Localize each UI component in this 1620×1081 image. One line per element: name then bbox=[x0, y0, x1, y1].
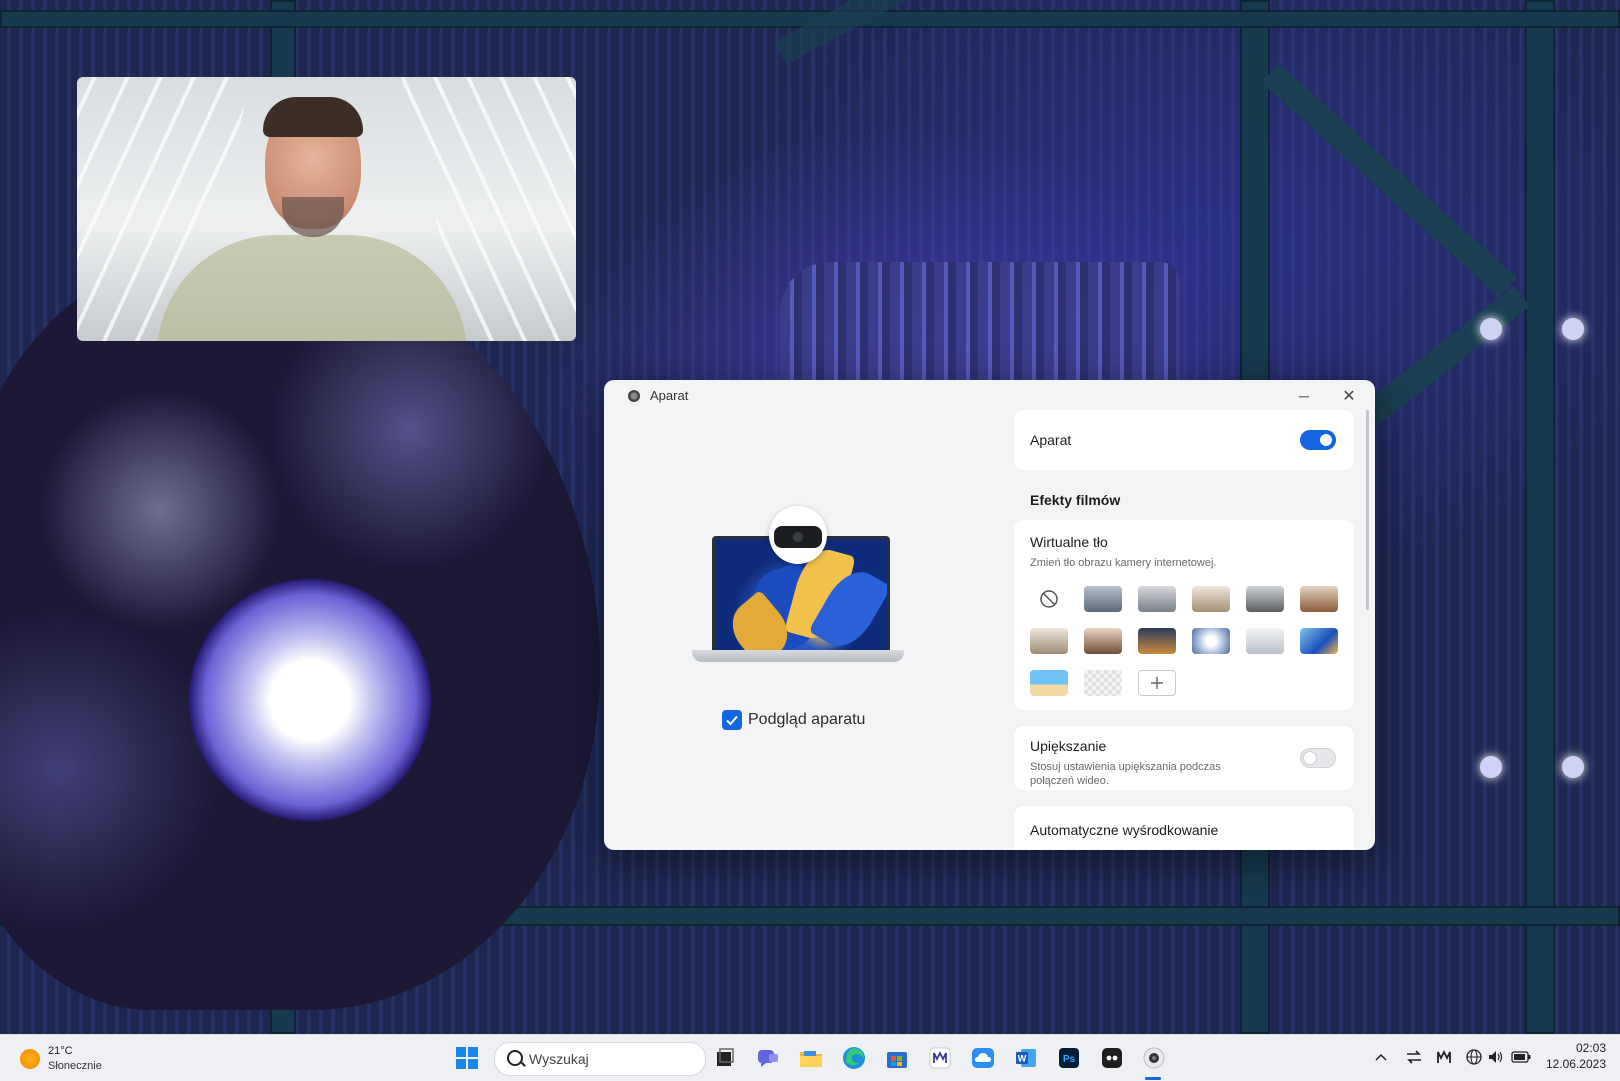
search-placeholder: Wyszukaj bbox=[529, 1051, 589, 1067]
beautify-subtitle-line1: Stosuj ustawienia upiększania podczas bbox=[1030, 761, 1221, 773]
word-icon[interactable]: W bbox=[1011, 1043, 1041, 1073]
steel-beam bbox=[1525, 0, 1555, 1034]
background-option-city-night[interactable] bbox=[1138, 628, 1176, 654]
laptop-illustration bbox=[692, 506, 904, 666]
person-hair bbox=[263, 97, 363, 137]
background-option-room-6[interactable] bbox=[1030, 628, 1068, 654]
weather-widget[interactable]: 21°C Słonecznie bbox=[18, 1043, 128, 1075]
taskbar-clock[interactable]: 02:03 12.06.2023 bbox=[1536, 1041, 1606, 1071]
camera-settings-window: Aparat ─ ✕ Podgląd aparatu Aparat Efekty… bbox=[604, 380, 1375, 850]
virtual-background-title: Wirtualne tło bbox=[1030, 534, 1108, 550]
camera-toggle-label: Aparat bbox=[1030, 432, 1072, 448]
svg-text:Ps: Ps bbox=[1063, 1054, 1076, 1065]
background-options-grid bbox=[1030, 586, 1342, 710]
taskbar: 21°C Słonecznie Wyszukaj W Ps 02:03 12.0… bbox=[0, 1034, 1620, 1081]
video-effects-heading: Efekty filmów bbox=[1030, 492, 1121, 508]
background-option-light-circle[interactable] bbox=[1192, 628, 1230, 654]
weather-condition: Słonecznie bbox=[48, 1060, 102, 1072]
auto-center-card: Automatyczne wyśrodkowanie bbox=[1014, 806, 1354, 850]
network-globe-icon[interactable] bbox=[1464, 1047, 1484, 1067]
battery-icon[interactable] bbox=[1510, 1047, 1532, 1067]
checkbox-checked-icon[interactable] bbox=[722, 710, 742, 730]
window-title: Aparat bbox=[650, 388, 689, 403]
hangar-light bbox=[1562, 756, 1584, 778]
background-option-room-1[interactable] bbox=[1084, 586, 1122, 612]
webcam-icon bbox=[769, 506, 827, 564]
beautify-title: Upiększanie bbox=[1030, 738, 1107, 754]
camera-preview-checkbox[interactable]: Podgląd aparatu bbox=[722, 710, 865, 730]
edge-icon[interactable] bbox=[839, 1043, 869, 1073]
volume-icon[interactable] bbox=[1486, 1047, 1506, 1067]
background-option-room-3[interactable] bbox=[1192, 586, 1230, 612]
clock-time: 02:03 bbox=[1575, 1041, 1606, 1055]
beautify-toggle-switch[interactable] bbox=[1300, 748, 1336, 768]
photoshop-icon[interactable]: Ps bbox=[1054, 1043, 1084, 1073]
camera-app-icon[interactable] bbox=[1139, 1043, 1169, 1073]
camera-preview-label: Podgląd aparatu bbox=[748, 711, 866, 728]
camera-preview-window[interactable] bbox=[77, 77, 576, 341]
background-option-room-4[interactable] bbox=[1246, 586, 1284, 612]
steel-brace bbox=[1261, 63, 1517, 297]
show-hidden-icons-chevron-up-icon[interactable] bbox=[1372, 1047, 1390, 1067]
clock-date: 12.06.2023 bbox=[1545, 1057, 1606, 1071]
background-option-room-5[interactable] bbox=[1300, 586, 1338, 612]
background-option-clouds[interactable] bbox=[1246, 628, 1284, 654]
background-option-blue-abstract[interactable] bbox=[1300, 628, 1338, 654]
hangar-light bbox=[1562, 318, 1584, 340]
beautify-card: Upiększanie Stosuj ustawienia upiększani… bbox=[1014, 726, 1354, 790]
search-icon bbox=[507, 1050, 523, 1066]
svg-text:W: W bbox=[1018, 1054, 1027, 1064]
windows-start-icon[interactable] bbox=[452, 1043, 482, 1073]
camera-toggle-card: Aparat bbox=[1014, 410, 1354, 470]
file-explorer-icon[interactable] bbox=[796, 1043, 826, 1073]
huawei-pc-manager-icon[interactable] bbox=[925, 1043, 955, 1073]
background-option-room-7[interactable] bbox=[1084, 628, 1122, 654]
task-view-icon[interactable] bbox=[710, 1043, 740, 1073]
close-button[interactable]: ✕ bbox=[1329, 382, 1369, 410]
camera-app-icon bbox=[628, 390, 640, 402]
virtual-background-card: Wirtualne tło Zmień tło obrazu kamery in… bbox=[1014, 520, 1354, 710]
title-bar[interactable]: Aparat ─ ✕ bbox=[604, 380, 1375, 412]
search-input[interactable]: Wyszukaj bbox=[494, 1042, 706, 1076]
hangar-light bbox=[1480, 756, 1502, 778]
virtual-background-subtitle: Zmień tło obrazu kamery internetowej. bbox=[1030, 557, 1217, 569]
cloud-icon[interactable] bbox=[968, 1043, 998, 1073]
huawei-pc-manager-tray-icon[interactable] bbox=[1434, 1047, 1454, 1067]
person-beard bbox=[282, 197, 344, 237]
no-background-icon[interactable] bbox=[1030, 586, 1068, 612]
auto-center-title: Automatyczne wyśrodkowanie bbox=[1030, 822, 1219, 838]
background-option-beach[interactable] bbox=[1030, 670, 1068, 696]
minimize-button[interactable]: ─ bbox=[1284, 382, 1324, 410]
camera-toggle-switch[interactable] bbox=[1300, 430, 1336, 450]
beautify-subtitle-line2: połączeń wideo. bbox=[1030, 775, 1109, 787]
chat-icon[interactable] bbox=[753, 1043, 783, 1073]
background-option-room-2[interactable] bbox=[1138, 586, 1176, 612]
rocket-engine bbox=[0, 250, 600, 1010]
transfer-icon[interactable] bbox=[1404, 1047, 1424, 1067]
app-icon[interactable] bbox=[1097, 1043, 1127, 1073]
background-option-blur[interactable] bbox=[1084, 670, 1122, 696]
laptop-base bbox=[692, 650, 904, 662]
plus-icon[interactable] bbox=[1138, 670, 1176, 696]
settings-panel: Aparat Efekty filmów Wirtualne tło Zmień… bbox=[1014, 410, 1354, 850]
sun-icon bbox=[20, 1049, 40, 1069]
settings-scrollbar[interactable] bbox=[1366, 410, 1369, 610]
weather-temperature: 21°C bbox=[48, 1045, 73, 1057]
hangar-light bbox=[1480, 318, 1502, 340]
store-icon[interactable] bbox=[882, 1043, 912, 1073]
